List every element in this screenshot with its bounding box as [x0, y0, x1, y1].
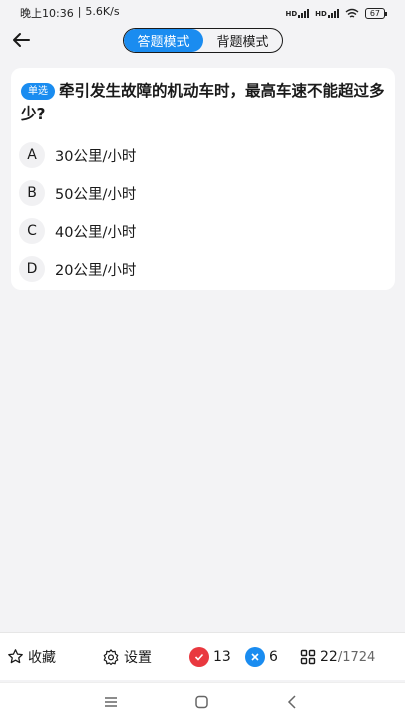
favorite-button[interactable]: 收藏 [7, 647, 56, 667]
option-letter: B [19, 180, 45, 206]
header: 答题模式 背题模式 [0, 26, 405, 56]
option-a[interactable]: A 30公里/小时 [19, 136, 385, 174]
status-bar: 晚上10:36 | 5.6K/s HD HD 67 [0, 0, 405, 26]
back-icon[interactable] [284, 693, 302, 711]
settings-button[interactable]: 设置 [102, 647, 152, 667]
option-letter: D [19, 256, 45, 282]
question-type-badge: 单选 [21, 83, 55, 100]
wrong-count[interactable]: 6 [245, 646, 278, 667]
gear-icon [103, 648, 119, 665]
question-card: 单选 牵引发生故障的机动车时，最高车速不能超过多少? A 30公里/小时 B 50… [11, 68, 395, 290]
bottom-toolbar: 收藏 设置 13 6 22/1724 [0, 632, 405, 680]
correct-count-value: 13 [213, 648, 231, 665]
wrong-count-value: 6 [269, 648, 278, 665]
menu-icon[interactable] [102, 693, 120, 711]
option-c[interactable]: C 40公里/小时 [19, 212, 385, 250]
favorite-label: 收藏 [28, 649, 56, 666]
star-icon [8, 649, 23, 664]
grid-icon [300, 649, 316, 664]
progress-current: 22 [320, 648, 338, 665]
option-text: 40公里/小时 [55, 224, 137, 241]
option-d[interactable]: D 20公里/小时 [19, 250, 385, 288]
mode-switch: 答题模式 背题模式 [123, 28, 283, 53]
home-icon[interactable] [193, 693, 211, 711]
progress-total: /1724 [337, 649, 376, 665]
option-letter: C [19, 218, 45, 244]
system-nav-bar [0, 682, 405, 720]
status-speed: 5.6K/s [85, 5, 120, 18]
correct-count[interactable]: 13 [189, 646, 231, 667]
options-list: A 30公里/小时 B 50公里/小时 C 40公里/小时 D 20公里/小时 [19, 136, 385, 288]
signal-icon-2: HD [315, 8, 339, 18]
back-arrow-icon[interactable] [10, 29, 32, 51]
option-text: 20公里/小时 [55, 262, 137, 279]
wifi-icon [345, 8, 359, 18]
cross-icon [245, 646, 265, 667]
tab-memorize-mode[interactable]: 背题模式 [203, 29, 282, 52]
status-time: 晚上10:36 [20, 7, 74, 20]
option-letter: A [19, 142, 45, 168]
option-text: 30公里/小时 [55, 148, 137, 165]
option-text: 50公里/小时 [55, 186, 137, 203]
battery-icon: 67 [364, 7, 388, 19]
question-text: 牵引发生故障的机动车时，最高车速不能超过多少? [21, 82, 385, 123]
signal-icon-1: HD [285, 8, 310, 18]
check-icon [189, 646, 209, 667]
tab-answer-mode[interactable]: 答题模式 [124, 29, 203, 52]
option-b[interactable]: B 50公里/小时 [19, 174, 385, 212]
settings-label: 设置 [124, 649, 152, 666]
question-text-block: 单选 牵引发生故障的机动车时，最高车速不能超过多少? [21, 80, 385, 126]
progress-button[interactable]: 22/1724 [300, 649, 375, 665]
